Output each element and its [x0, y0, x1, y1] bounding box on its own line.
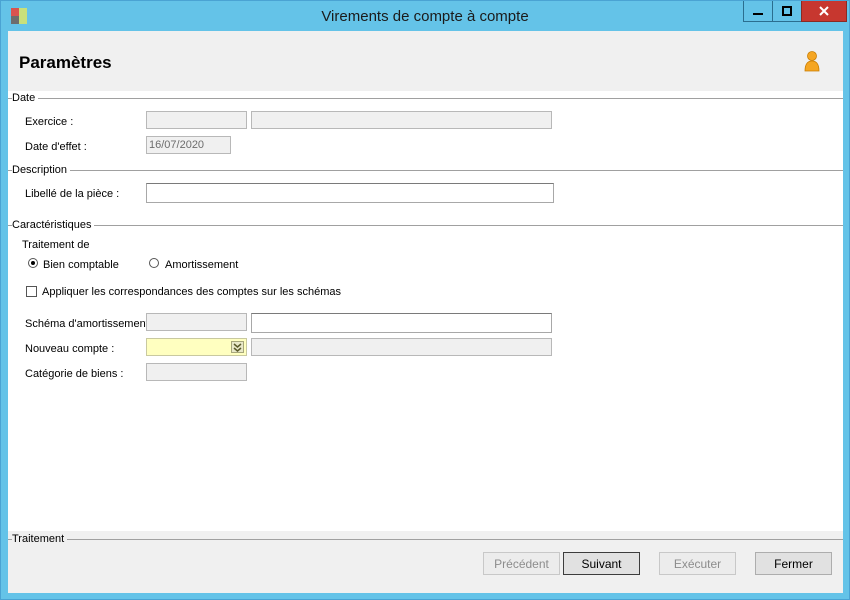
- date-effet-field[interactable]: 16/07/2020: [146, 136, 231, 154]
- schema-code-field[interactable]: [146, 313, 247, 331]
- group-label-caracteristiques: Caractéristiques: [12, 219, 95, 231]
- group-divider-traitement: [8, 539, 843, 540]
- categorie-label: Catégorie de biens :: [25, 368, 124, 380]
- radio-bien-comptable-label[interactable]: Bien comptable: [43, 259, 119, 271]
- precedent-button[interactable]: Précédent: [483, 552, 560, 575]
- window-title: Virements de compte à compte: [321, 8, 529, 25]
- client-area: Paramètres Date Exercice : Date d'effet …: [8, 31, 843, 593]
- radio-bien-comptable[interactable]: [28, 258, 38, 268]
- group-label-traitement: Traitement: [12, 533, 68, 545]
- maximize-button[interactable]: [772, 1, 802, 22]
- schema-label: Schéma d'amortissement: [25, 318, 149, 330]
- nouveau-compte-combo[interactable]: [146, 338, 247, 356]
- form-body: Date Exercice : Date d'effet : 16/07/202…: [8, 91, 843, 531]
- executer-button[interactable]: Exécuter: [659, 552, 736, 575]
- group-divider-caracteristiques: [8, 225, 843, 226]
- libelle-input[interactable]: [146, 183, 554, 203]
- radio-amortissement[interactable]: [149, 258, 159, 268]
- suivant-button[interactable]: Suivant: [563, 552, 640, 575]
- minimize-button[interactable]: [743, 1, 773, 22]
- traitement-de-label: Traitement de: [22, 239, 90, 251]
- header: Paramètres: [8, 31, 843, 91]
- exercice-code-field[interactable]: [146, 111, 247, 129]
- libelle-label: Libellé de la pièce :: [25, 188, 120, 200]
- nouveau-compte-dropdown-button[interactable]: [231, 341, 244, 353]
- maximize-icon: [782, 6, 792, 16]
- group-divider-description: [8, 170, 843, 171]
- group-label-date: Date: [12, 92, 39, 104]
- group-label-description: Description: [12, 164, 71, 176]
- close-button[interactable]: [801, 1, 847, 22]
- radio-amortissement-label[interactable]: Amortissement: [165, 259, 238, 271]
- date-effet-label: Date d'effet :: [25, 141, 87, 153]
- window: Virements de compte à compte Paramètres …: [0, 0, 850, 600]
- nouveau-compte-description-field: [251, 338, 552, 356]
- correspondances-checkbox-label[interactable]: Appliquer les correspondances des compte…: [42, 286, 341, 298]
- user-icon[interactable]: [803, 51, 821, 73]
- close-icon: [819, 6, 829, 16]
- footer: Traitement Précédent Suivant Exécuter Fe…: [8, 531, 843, 593]
- correspondances-checkbox[interactable]: [26, 286, 37, 297]
- nouveau-compte-label: Nouveau compte :: [25, 343, 115, 355]
- schema-description-field[interactable]: [251, 313, 552, 333]
- categorie-field[interactable]: [146, 363, 247, 381]
- fermer-button[interactable]: Fermer: [755, 552, 832, 575]
- double-chevron-down-icon: [233, 342, 242, 352]
- exercice-label: Exercice :: [25, 116, 74, 128]
- page-title: Paramètres: [19, 53, 112, 72]
- title-bar[interactable]: Virements de compte à compte: [1, 1, 849, 31]
- exercice-description-field: [251, 111, 552, 129]
- minimize-icon: [753, 13, 763, 15]
- group-divider-date: [8, 98, 843, 99]
